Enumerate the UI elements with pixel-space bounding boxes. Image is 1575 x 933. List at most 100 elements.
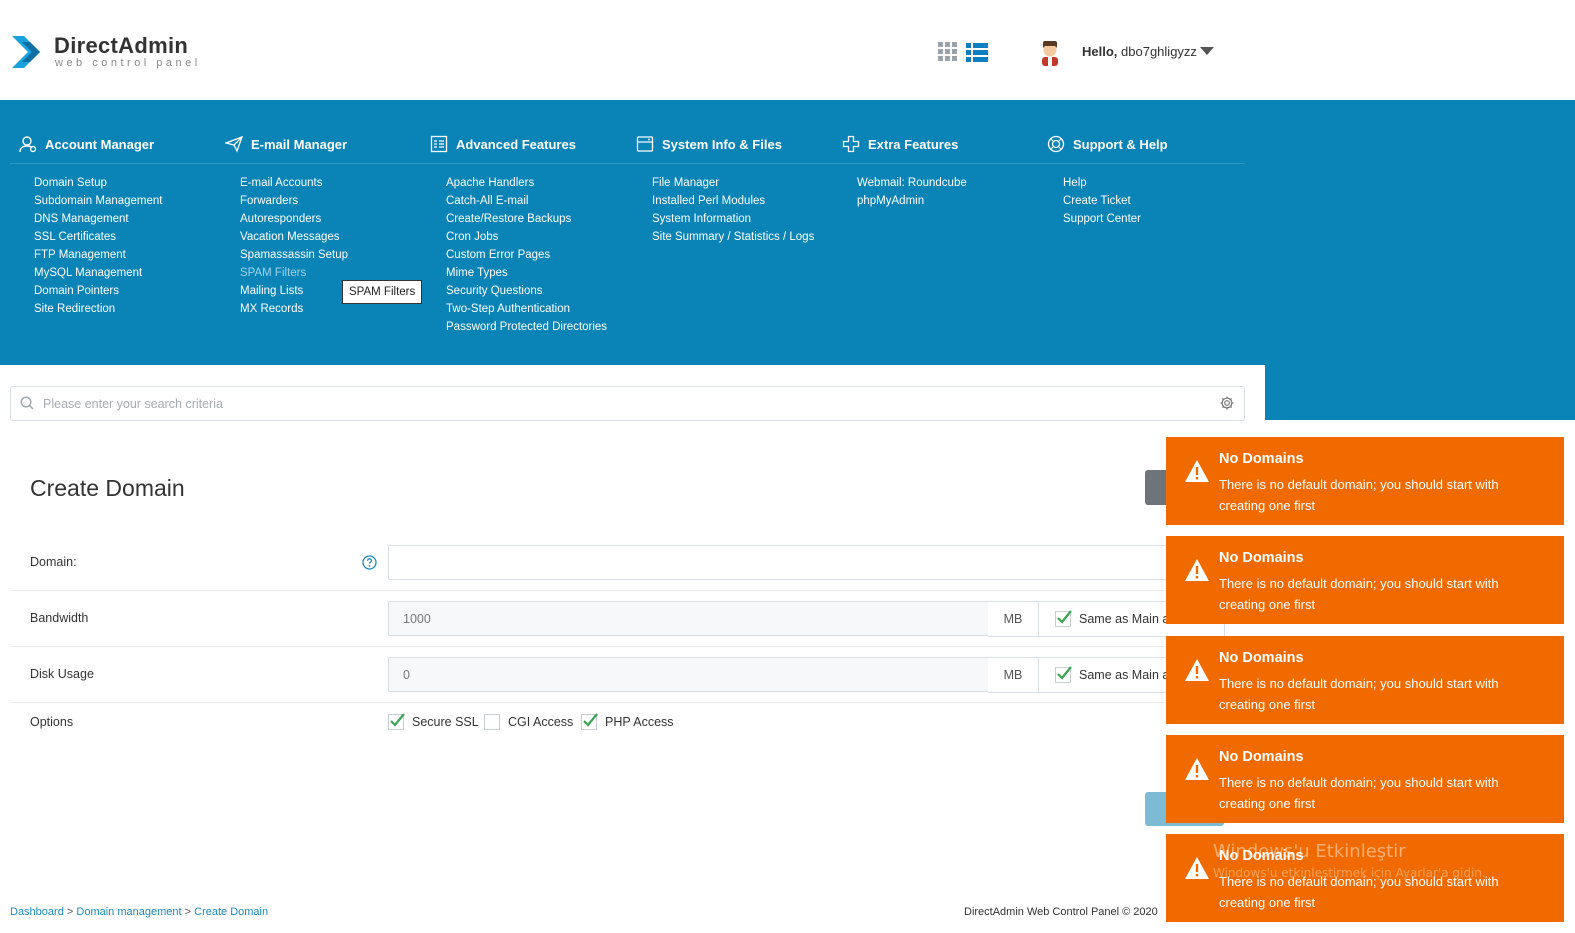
greeting-label: Hello, [1082,44,1118,59]
notification-toast[interactable]: No Domains There is no default domain; y… [1166,536,1564,624]
domain-input[interactable] [389,546,1224,579]
nav-item-spam-filters[interactable]: SPAM Filters [240,266,348,284]
notification-toast[interactable]: No Domains There is no default domain; y… [1166,437,1564,525]
search-icon [20,396,34,410]
nav-head-support-help[interactable]: Support & Help [1047,134,1168,154]
nav-item-ftp-management[interactable]: FTP Management [34,248,163,266]
notification-title: No Domains [1219,650,1304,666]
gear-icon[interactable] [1219,395,1235,411]
cgi-access-checkbox[interactable] [484,714,500,730]
nav-column-account-manager: Account Manager [19,134,154,154]
disk-usage-unit: MB [988,657,1039,693]
nav-item-cron-jobs[interactable]: Cron Jobs [446,230,607,248]
nav-item-file-manager[interactable]: File Manager [652,176,814,194]
nav-item-help[interactable]: Help [1063,176,1141,194]
check-icon [1057,610,1072,624]
nav-item-phpmyadmin[interactable]: phpMyAdmin [857,194,967,212]
notification-toast[interactable]: No Domains There is no default domain; y… [1166,636,1564,724]
nav-item-password-protected-directories[interactable]: Password Protected Directories [446,320,607,338]
nav-item-mysql-management[interactable]: MySQL Management [34,266,163,284]
nav-column-support-help: Support & Help [1047,134,1168,154]
nav-head-label: Account Manager [45,136,155,152]
avatar[interactable] [1036,38,1064,66]
disk-same-label: Same as Main a [1079,668,1170,682]
nav-item-mime-types[interactable]: Mime Types [446,266,607,284]
nav-item-domain-pointers[interactable]: Domain Pointers [34,284,163,302]
nav-list-advanced-features: Apache Handlers Catch-All E-mail Create/… [446,176,607,338]
option-cgi-access: CGI Access [484,714,573,730]
nav-item-create-ticket[interactable]: Create Ticket [1063,194,1141,212]
notification-title: No Domains [1219,451,1304,467]
bandwidth-same-checkbox[interactable] [1055,610,1072,627]
help-icon[interactable] [362,555,377,570]
nav-column-email-manager: E-mail Manager [225,134,347,154]
nav-item-domain-setup[interactable]: Domain Setup [34,176,163,194]
nav-item-apache-handlers[interactable]: Apache Handlers [446,176,607,194]
disk-usage-label: Disk Usage [30,667,94,681]
paper-plane-icon [225,135,243,153]
nav-item-mailing-lists[interactable]: Mailing Lists [240,284,348,302]
bandwidth-input[interactable] [389,602,988,635]
nav-list-extra-features: Webmail: Roundcube phpMyAdmin [857,176,967,212]
nav-item-spamassassin-setup[interactable]: Spamassassin Setup [240,248,348,266]
nav-band-extension [1265,365,1575,420]
domain-label: Domain: [30,555,77,569]
disk-same-checkbox[interactable] [1055,666,1072,683]
nav-item-site-summary[interactable]: Site Summary / Statistics / Logs [652,230,814,248]
nav-item-catch-all-email[interactable]: Catch-All E-mail [446,194,607,212]
nav-item-webmail-roundcube[interactable]: Webmail: Roundcube [857,176,967,194]
nav-item-security-questions[interactable]: Security Questions [446,284,607,302]
nav-item-two-step-authentication[interactable]: Two-Step Authentication [446,302,607,320]
nav-head-extra-features[interactable]: Extra Features [842,134,958,154]
breadcrumb-domain-management[interactable]: Domain management [76,906,181,918]
nav-item-forwarders[interactable]: Forwarders [240,194,348,212]
nav-item-system-information[interactable]: System Information [652,212,814,230]
breadcrumb: Dashboard > Domain management > Create D… [10,906,268,918]
drive-icon [636,136,654,152]
row-divider [10,590,1225,591]
grid-icon[interactable] [938,42,958,62]
brand-logo[interactable]: DirectAdmin web control panel [10,30,210,74]
nav-item-support-center[interactable]: Support Center [1063,212,1141,230]
nav-item-ssl-certificates[interactable]: SSL Certificates [34,230,163,248]
nav-list-system-info-files: File Manager Installed Perl Modules Syst… [652,176,814,248]
bandwidth-unit: MB [988,601,1039,637]
disk-usage-input[interactable] [389,658,988,691]
warning-icon [1185,857,1209,879]
breadcrumb-create-domain[interactable]: Create Domain [194,906,268,918]
disk-usage-field [388,657,989,692]
breadcrumb-dashboard[interactable]: Dashboard [10,906,64,918]
user-gear-icon [19,136,37,153]
bandwidth-label: Bandwidth [30,611,89,625]
nav-item-subdomain-management[interactable]: Subdomain Management [34,194,163,212]
nav-column-advanced-features: Advanced Features [430,134,576,154]
nav-head-account-manager[interactable]: Account Manager [19,134,154,154]
search-input[interactable] [41,393,1195,415]
spam-filters-tooltip: SPAM Filters [342,280,423,304]
nav-item-dns-management[interactable]: DNS Management [34,212,163,230]
check-icon [1057,666,1072,680]
check-icon [390,713,405,727]
caret-down-icon[interactable] [1200,46,1214,56]
plus-cross-icon [842,135,860,153]
notification-toast[interactable]: No Domains There is no default domain; y… [1166,735,1564,823]
nav-item-site-redirection[interactable]: Site Redirection [34,302,163,320]
warning-icon [1185,659,1209,681]
list-icon[interactable] [966,42,988,62]
php-access-checkbox[interactable] [581,713,598,730]
nav-item-installed-perl-modules[interactable]: Installed Perl Modules [652,194,814,212]
nav-item-custom-error-pages[interactable]: Custom Error Pages [446,248,607,266]
nav-item-vacation-messages[interactable]: Vacation Messages [240,230,348,248]
nav-item-mx-records[interactable]: MX Records [240,302,348,320]
nav-head-system-info-files[interactable]: System Info & Files [636,134,782,154]
page-title: Create Domain [30,475,185,501]
nav-list-support-help: Help Create Ticket Support Center [1063,176,1141,230]
user-greeting: Hello, dbo7ghligyzz [1082,44,1197,59]
nav-item-create-restore-backups[interactable]: Create/Restore Backups [446,212,607,230]
nav-head-advanced-features[interactable]: Advanced Features [430,134,576,154]
list-panel-icon [430,135,448,153]
secure-ssl-checkbox[interactable] [388,713,405,730]
nav-item-autoresponders[interactable]: Autoresponders [240,212,348,230]
nav-item-email-accounts[interactable]: E-mail Accounts [240,176,348,194]
nav-head-email-manager[interactable]: E-mail Manager [225,134,347,154]
